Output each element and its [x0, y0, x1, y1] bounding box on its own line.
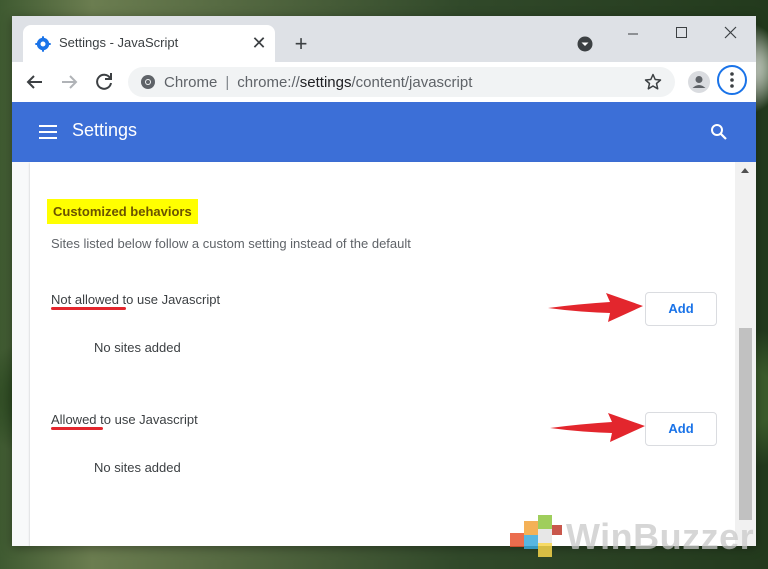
- profile-avatar-icon[interactable]: [688, 71, 710, 93]
- not-allowed-label: Not allowed to use Javascript: [51, 292, 220, 307]
- tab-search-icon[interactable]: [577, 36, 593, 52]
- javascript-settings-card: Customized behaviors Sites listed below …: [30, 162, 735, 546]
- settings-title: Settings: [72, 120, 138, 140]
- annotation-underline: [51, 427, 103, 430]
- back-arrow-icon[interactable]: [23, 70, 47, 94]
- address-text: Chrome | chrome://settings/content/javascr…: [164, 74, 472, 91]
- forward-arrow-icon[interactable]: [57, 70, 81, 94]
- tab-title: Settings - JavaScript: [59, 35, 179, 50]
- add-blocked-site-button[interactable]: Add: [645, 292, 717, 326]
- window-maximize-icon[interactable]: [666, 18, 696, 46]
- no-sites-text: No sites added: [94, 460, 181, 475]
- allowed-emphasis: Allowed: [51, 412, 97, 427]
- allowed-label: Allowed to use Javascript: [51, 412, 198, 427]
- add-allowed-site-button[interactable]: Add: [645, 412, 717, 446]
- search-icon[interactable]: [710, 123, 728, 141]
- chrome-site-icon: [140, 74, 156, 90]
- chrome-menu-kebab-icon[interactable]: [717, 65, 747, 95]
- scroll-up-arrow-icon[interactable]: [741, 168, 749, 173]
- url-host: settings: [299, 74, 352, 91]
- section-title: Customized behaviors: [47, 199, 198, 224]
- url-prefix: chrome://: [237, 74, 300, 91]
- scrollbar-thumb[interactable]: [739, 328, 752, 520]
- tab-strip: Settings - JavaScript ✕ +: [12, 16, 756, 62]
- address-separator: |: [225, 74, 230, 91]
- allowed-rest: to use Javascript: [96, 412, 198, 427]
- site-label: Chrome: [164, 74, 218, 91]
- hamburger-menu-icon[interactable]: [39, 124, 57, 140]
- watermark: WinBuzzer: [506, 510, 756, 562]
- settings-header: Settings: [12, 102, 756, 162]
- new-tab-plus-icon[interactable]: +: [290, 33, 312, 55]
- page-scrollbar[interactable]: [735, 162, 756, 546]
- window-close-icon[interactable]: [715, 18, 745, 46]
- section-description: Sites listed below follow a custom setti…: [51, 236, 411, 251]
- no-sites-text: No sites added: [94, 340, 181, 355]
- annotation-underline: [51, 307, 126, 310]
- window-minimize-icon[interactable]: [618, 18, 648, 46]
- browser-window: Settings - JavaScript ✕ + Chrome | chrom…: [12, 16, 756, 546]
- browser-toolbar: Chrome | chrome://settings/content/javascr…: [12, 62, 756, 102]
- url-path: /content/javascript: [351, 74, 473, 91]
- tab-settings-javascript[interactable]: Settings - JavaScript ✕: [23, 25, 275, 62]
- bookmark-star-icon[interactable]: [644, 73, 662, 91]
- watermark-text: WinBuzzer: [566, 516, 755, 557]
- not-allowed-rest: to use Javascript: [118, 292, 221, 307]
- tab-close-icon[interactable]: ✕: [249, 33, 269, 53]
- annotation-arrow-icon: [550, 410, 646, 446]
- not-allowed-emphasis: Not allowed: [51, 292, 119, 307]
- annotation-arrow-icon: [548, 290, 644, 326]
- address-bar[interactable]: Chrome | chrome://settings/content/javascr…: [128, 67, 675, 97]
- settings-content: Customized behaviors Sites listed below …: [12, 162, 756, 546]
- settings-gear-icon: [35, 36, 51, 52]
- winbuzzer-logo-icon: [508, 513, 564, 561]
- reload-icon[interactable]: [92, 70, 116, 94]
